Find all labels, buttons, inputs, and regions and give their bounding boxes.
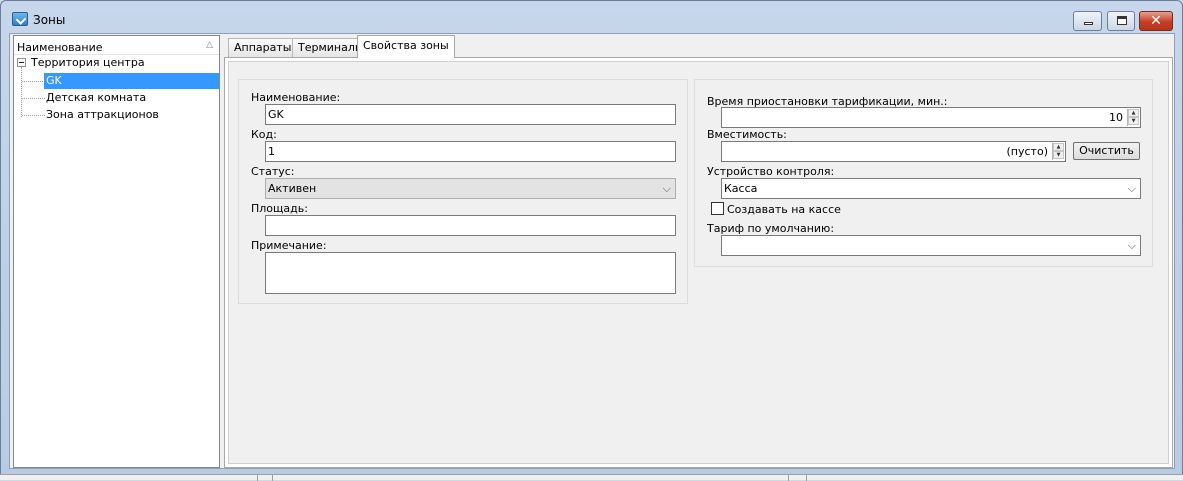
collapse-icon[interactable] <box>17 58 26 67</box>
chevron-down-icon: ⌵ <box>1127 182 1136 195</box>
status-divider <box>257 475 258 481</box>
note-textarea[interactable] <box>265 252 676 294</box>
tree-connector <box>22 98 45 99</box>
status-label: Статус: <box>251 165 295 178</box>
tab-zone-properties[interactable]: Свойства зоны <box>357 35 455 58</box>
tree-connector <box>22 81 45 82</box>
capacity-label: Вместимость: <box>707 128 787 141</box>
tree-connector <box>21 67 22 117</box>
pause-spinner[interactable]: 10 ▲ ▼ <box>721 107 1141 128</box>
tariff-select[interactable]: ⌵ <box>721 235 1141 256</box>
client-area: Наименование △ Территория центра GK Детс… <box>9 33 1175 469</box>
create-at-cashier-checkbox[interactable] <box>711 202 724 215</box>
app-icon <box>12 12 28 26</box>
tree-node-root[interactable]: Территория центра <box>31 55 145 71</box>
area-label: Площадь: <box>251 202 308 215</box>
status-divider <box>788 475 789 481</box>
status-divider <box>272 475 273 481</box>
create-at-cashier-label[interactable]: Создавать на кассе <box>727 203 841 216</box>
sort-ascending-icon: △ <box>206 40 213 50</box>
minimize-icon <box>1084 22 1093 25</box>
tariff-group: Время приостановки тарификации, мин.: 10… <box>694 79 1153 267</box>
spin-up-icon[interactable]: ▲ <box>1128 109 1139 117</box>
maximize-button[interactable] <box>1107 11 1135 31</box>
tree-connector <box>22 115 45 116</box>
device-select[interactable]: Касса ⌵ <box>721 178 1141 199</box>
device-label: Устройство контроля: <box>707 165 835 178</box>
chevron-down-icon: ⌵ <box>1127 239 1136 252</box>
tree-node-attractions[interactable]: Зона аттракционов <box>46 107 159 123</box>
general-group: Наименование: GK Код: 1 Статус: Активен … <box>238 79 688 304</box>
name-input[interactable]: GK <box>265 104 676 125</box>
tree-node-gk[interactable]: GK <box>44 73 219 89</box>
tab-control: Аппараты Терминалы Свойства зоны Наимено… <box>224 35 1173 468</box>
code-input[interactable]: 1 <box>265 141 676 162</box>
capacity-spinner[interactable]: (пусто) ▲ ▼ <box>721 141 1066 162</box>
tab-panel: Наименование: GK Код: 1 Статус: Активен … <box>224 57 1173 468</box>
status-bar <box>0 474 1183 481</box>
maximize-icon <box>1117 16 1127 25</box>
name-label: Наименование: <box>251 91 341 104</box>
status-select[interactable]: Активен ⌵ <box>265 178 676 199</box>
window-title: Зоны <box>33 13 66 27</box>
chevron-down-icon: ⌵ <box>662 182 671 195</box>
note-label: Примечание: <box>251 239 327 252</box>
device-value: Касса <box>724 182 758 195</box>
tree-node-kids-room[interactable]: Детская комната <box>46 90 146 106</box>
capacity-spin-buttons[interactable]: ▲ ▼ <box>1052 143 1064 160</box>
clear-button[interactable]: Очистить <box>1073 142 1140 160</box>
code-label: Код: <box>251 128 277 141</box>
pause-spin-buttons[interactable]: ▲ ▼ <box>1127 109 1139 126</box>
spin-up-icon[interactable]: ▲ <box>1053 143 1064 151</box>
spin-down-icon[interactable]: ▼ <box>1053 151 1064 159</box>
tree-column-header[interactable]: Наименование △ <box>14 36 219 55</box>
zones-tree[interactable]: Наименование △ Территория центра GK Детс… <box>13 35 220 468</box>
title-bar[interactable]: Зоны ✕ <box>1 1 1182 33</box>
status-divider <box>806 475 807 481</box>
pause-value: 10 <box>1109 111 1123 124</box>
minimize-button[interactable] <box>1073 11 1102 31</box>
zones-window: Зоны ✕ Наименование △ Территория центра … <box>0 0 1183 476</box>
spin-down-icon[interactable]: ▼ <box>1128 117 1139 125</box>
zone-properties-panel: Наименование: GK Код: 1 Статус: Активен … <box>228 61 1169 464</box>
tariff-label: Тариф по умолчанию: <box>707 222 835 235</box>
tree-header-label: Наименование <box>17 41 103 54</box>
close-button[interactable]: ✕ <box>1139 11 1173 31</box>
close-icon: ✕ <box>1150 13 1162 29</box>
status-value: Активен <box>268 182 317 195</box>
capacity-value: (пусто) <box>1006 145 1048 158</box>
area-input[interactable] <box>265 215 676 236</box>
tab-devices[interactable]: Аппараты <box>228 38 298 58</box>
